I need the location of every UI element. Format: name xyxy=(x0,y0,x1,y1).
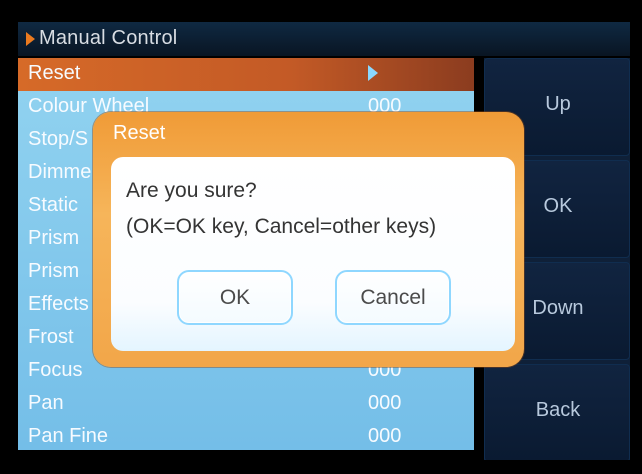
menu-item-value: 000 xyxy=(368,425,402,447)
menu-item-label: Pan xyxy=(28,392,64,414)
menu-item-reset[interactable]: Reset xyxy=(18,58,474,91)
back-button-label: Back xyxy=(535,399,581,421)
menu-item-label: Frost xyxy=(28,326,74,348)
dialog-title: Reset xyxy=(113,122,166,144)
menu-item-pan-fine[interactable]: Pan Fine 000 xyxy=(18,421,474,454)
menu-item-label: Dimme xyxy=(28,161,92,183)
menu-item-label: Reset xyxy=(28,62,81,84)
header-bar: Manual Control xyxy=(18,22,630,56)
menu-item-value: 000 xyxy=(368,392,402,414)
dialog-body: Are you sure? (OK=OK key, Cancel=other k… xyxy=(111,157,515,351)
ok-button[interactable]: OK xyxy=(177,270,293,325)
menu-item-label: Pan Fine xyxy=(28,425,109,447)
back-button[interactable]: Back xyxy=(484,364,630,460)
dialog-hint: (OK=OK key, Cancel=other keys) xyxy=(126,215,437,238)
menu-item-label: Prism xyxy=(28,260,80,282)
ok-button-label: OK xyxy=(219,286,251,309)
chevron-right-icon xyxy=(368,65,378,81)
dialog-question: Are you sure? xyxy=(126,179,257,202)
device-screen: Manual Control Reset Colour Wheel 000 St… xyxy=(18,22,630,460)
menu-item-label: Focus xyxy=(28,359,83,381)
cancel-button-label: Cancel xyxy=(360,286,426,309)
reset-dialog: Reset Are you sure? (OK=OK key, Cancel=o… xyxy=(93,112,524,367)
menu-item-pan[interactable]: Pan 000 xyxy=(18,388,474,421)
menu-item-label: Prism xyxy=(28,227,80,249)
menu-item-label: Stop/S xyxy=(28,128,89,150)
triangle-right-icon xyxy=(26,32,35,46)
cancel-button[interactable]: Cancel xyxy=(335,270,451,325)
page-title: Manual Control xyxy=(39,27,178,49)
menu-item-label: Static xyxy=(28,194,79,216)
menu-item-label: Effects xyxy=(28,293,89,315)
